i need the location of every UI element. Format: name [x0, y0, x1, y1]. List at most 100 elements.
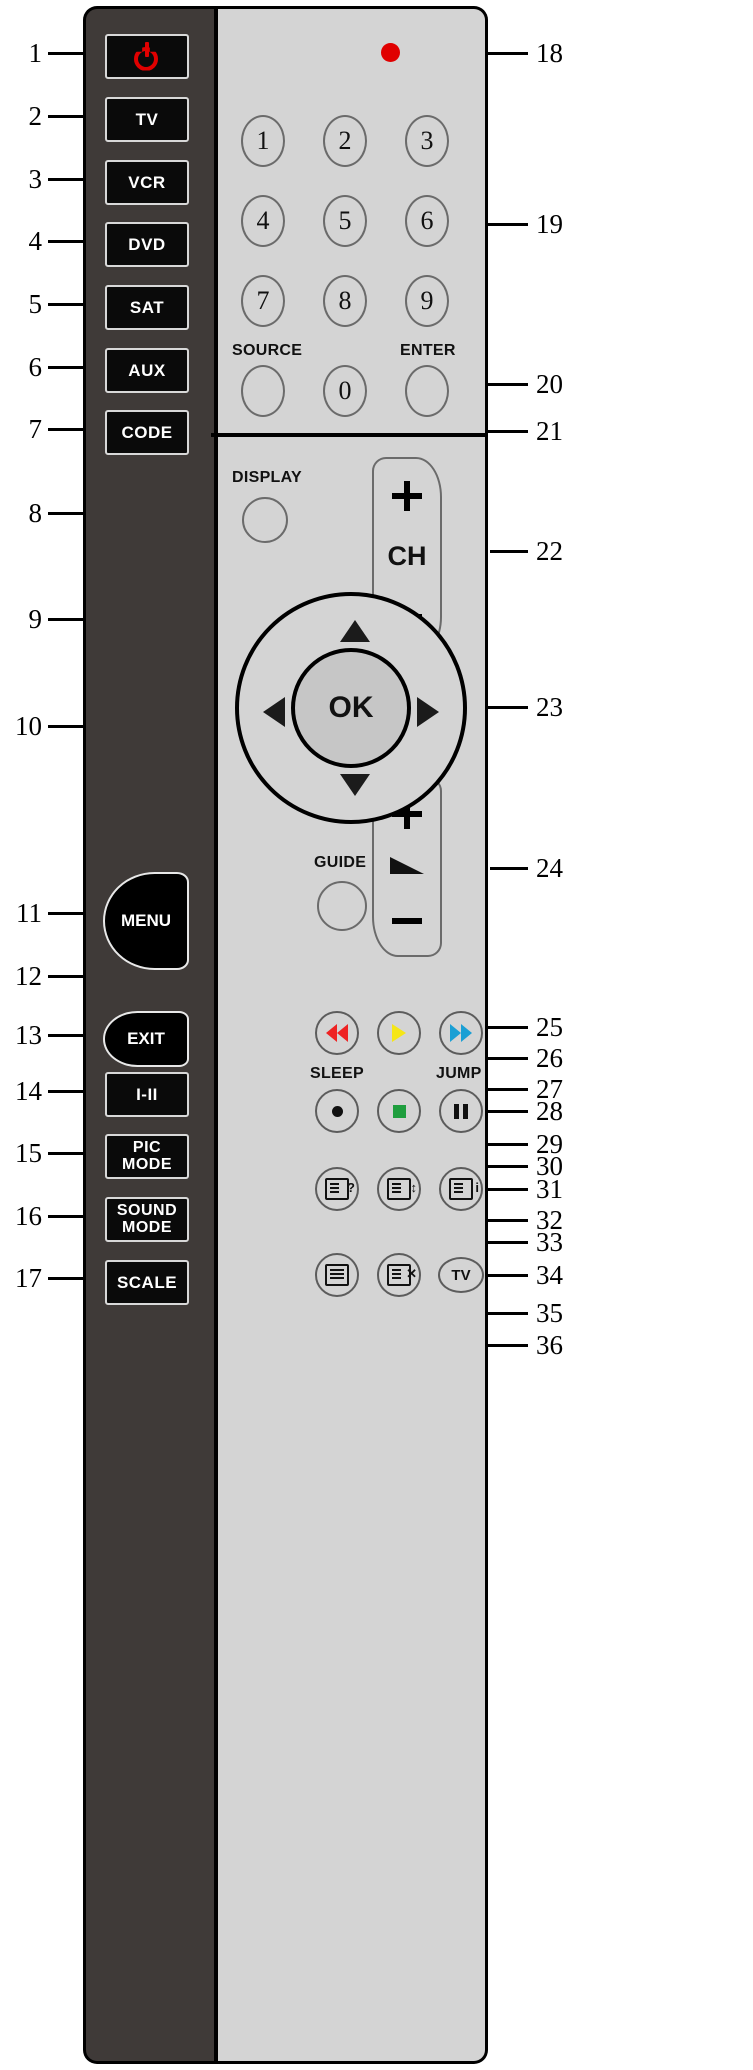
key-3[interactable]: 3 — [405, 115, 449, 167]
ok-button[interactable]: OK — [291, 648, 411, 768]
teletext-size-button[interactable]: ↕ — [377, 1167, 421, 1211]
teletext-button[interactable] — [315, 1253, 359, 1297]
play-button[interactable] — [377, 1011, 421, 1055]
source-label: SOURCE — [232, 342, 303, 359]
key-4[interactable]: 4 — [241, 195, 285, 247]
callout-21: 21 — [536, 416, 563, 446]
scale-button[interactable]: SCALE — [105, 1260, 189, 1305]
callout-33: 33 — [536, 1227, 563, 1257]
enter-label: ENTER — [400, 342, 456, 359]
callout-13: 13 — [15, 1020, 42, 1050]
guide-label: GUIDE — [314, 854, 367, 871]
callout-18: 18 — [536, 38, 563, 68]
rewind-icon — [326, 1024, 348, 1042]
arrow-left-icon[interactable] — [263, 697, 285, 727]
callout-35: 35 — [536, 1298, 563, 1328]
vcr-source-button[interactable]: VCR — [105, 160, 189, 205]
code-button[interactable]: CODE — [105, 410, 189, 455]
callout-2: 2 — [28, 101, 43, 131]
callout-31: 31 — [536, 1174, 563, 1204]
pic-mode-line1: PIC — [132, 1139, 162, 1157]
callout-12: 12 — [15, 961, 42, 991]
power-icon — [134, 41, 160, 71]
teletext-index-icon: i — [449, 1178, 479, 1200]
pause-button[interactable] — [439, 1089, 483, 1133]
leader-24 — [490, 867, 528, 870]
power-button[interactable] — [105, 34, 189, 79]
channel-up-icon[interactable] — [374, 481, 440, 516]
callout-6: 6 — [28, 352, 43, 382]
teletext-reveal-icon: ? — [325, 1178, 355, 1200]
key-7[interactable]: 7 — [241, 275, 285, 327]
key-5[interactable]: 5 — [323, 195, 367, 247]
tv-source-button[interactable]: TV — [105, 97, 189, 142]
teletext-cancel-button[interactable]: ✕ — [377, 1253, 421, 1297]
fast-forward-button[interactable] — [439, 1011, 483, 1055]
key-0[interactable]: 0 — [323, 365, 367, 417]
volume-level-icon — [374, 857, 440, 879]
remote-control-body: 1 2 3 4 5 6 7 8 9 SOURCE 0 ENTER DISPLAY… — [83, 6, 488, 2064]
key-9[interactable]: 9 — [405, 275, 449, 327]
callout-8: 8 — [28, 498, 43, 528]
callout-4: 4 — [28, 226, 43, 256]
play-icon — [392, 1024, 406, 1042]
teletext-reveal-button[interactable]: ? — [315, 1167, 359, 1211]
teletext-tv-button[interactable]: TV — [438, 1257, 484, 1293]
callout-9: 9 — [28, 604, 43, 634]
callout-24: 24 — [536, 853, 563, 883]
callout-23: 23 — [536, 692, 563, 722]
callout-17: 17 — [15, 1263, 42, 1293]
exit-button[interactable]: EXIT — [103, 1011, 189, 1067]
callout-16: 16 — [15, 1201, 42, 1231]
source-button[interactable] — [241, 365, 285, 417]
ir-led-indicator — [381, 43, 400, 62]
keypad-separator — [211, 433, 488, 437]
picture-mode-button[interactable]: PIC MODE — [105, 1134, 189, 1179]
sleep-label: SLEEP — [310, 1065, 364, 1082]
callout-25: 25 — [536, 1012, 563, 1042]
callout-22: 22 — [536, 536, 563, 566]
callout-1: 1 — [28, 38, 43, 68]
callout-28: 28 — [536, 1096, 563, 1126]
dvd-source-button[interactable]: DVD — [105, 222, 189, 267]
callout-5: 5 — [28, 289, 43, 319]
callout-7: 7 — [28, 414, 43, 444]
callout-14: 14 — [15, 1076, 42, 1106]
teletext-cancel-icon: ✕ — [387, 1264, 417, 1286]
teletext-index-button[interactable]: i — [439, 1167, 483, 1211]
rewind-button[interactable] — [315, 1011, 359, 1055]
volume-down-icon[interactable] — [374, 911, 440, 929]
pause-icon — [454, 1103, 468, 1119]
callout-3: 3 — [28, 164, 43, 194]
callout-26: 26 — [536, 1043, 563, 1073]
record-icon — [331, 1105, 343, 1117]
callout-10: 10 — [15, 711, 42, 741]
guide-button[interactable] — [317, 881, 367, 931]
enter-button[interactable] — [405, 365, 449, 417]
callout-19: 19 — [536, 209, 563, 239]
sat-source-button[interactable]: SAT — [105, 285, 189, 330]
record-button[interactable] — [315, 1089, 359, 1133]
key-1[interactable]: 1 — [241, 115, 285, 167]
key-6[interactable]: 6 — [405, 195, 449, 247]
pic-mode-line2: MODE — [122, 1155, 172, 1173]
sound-mode-button[interactable]: SOUND MODE — [105, 1197, 189, 1242]
audio-mode-button[interactable]: I-II — [105, 1072, 189, 1117]
callout-15: 15 — [15, 1138, 42, 1168]
callout-11: 11 — [16, 898, 42, 928]
arrow-down-icon[interactable] — [340, 774, 370, 796]
key-8[interactable]: 8 — [323, 275, 367, 327]
display-label: DISPLAY — [232, 469, 302, 486]
callout-36: 36 — [536, 1330, 563, 1360]
navigation-pad[interactable]: OK — [235, 592, 467, 824]
leader-22 — [490, 550, 528, 553]
display-button[interactable] — [242, 497, 288, 543]
arrow-up-icon[interactable] — [340, 620, 370, 642]
teletext-size-icon: ↕ — [387, 1178, 417, 1200]
arrow-right-icon[interactable] — [417, 697, 439, 727]
stop-button[interactable] — [377, 1089, 421, 1133]
sound-mode-line1: SOUND — [116, 1202, 178, 1220]
key-2[interactable]: 2 — [323, 115, 367, 167]
right-face: 1 2 3 4 5 6 7 8 9 SOURCE 0 ENTER DISPLAY… — [211, 6, 488, 2064]
aux-source-button[interactable]: AUX — [105, 348, 189, 393]
